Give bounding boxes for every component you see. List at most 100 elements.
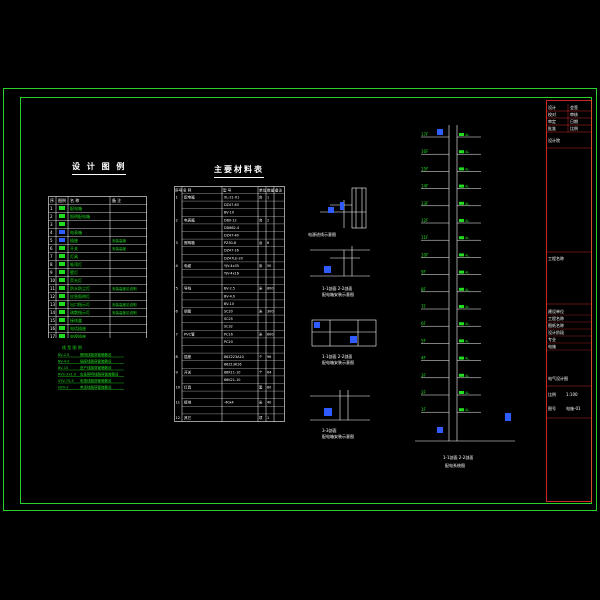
materials-row-qty: 40: [267, 401, 271, 405]
riser-floor-box-label: AL: [465, 408, 469, 412]
titleblock-mid-label: 专业: [548, 336, 556, 342]
titleblock-company: 设计院: [548, 137, 560, 143]
line-legend-desc: 应急照明线路穿管暗敷设: [80, 372, 119, 377]
materials-row-model: BV-10: [224, 211, 234, 215]
materials-row-name: 钢管: [184, 309, 192, 314]
materials-row-name: 其它: [184, 415, 192, 420]
riser-floor-label: 1F: [421, 407, 427, 412]
riser-floor-label: 10F: [421, 252, 429, 257]
line-legend-desc: 进户线路穿管暗敷设: [80, 365, 112, 370]
materials-row-name: 电缆: [184, 263, 192, 268]
materials-row-number: 2: [176, 218, 178, 222]
materials-row-model: PZ30-8: [224, 241, 236, 245]
legend-symbol-icon: [59, 230, 65, 234]
riser-floor-box-icon: [459, 391, 464, 394]
materials-row-number: 5: [176, 287, 178, 291]
materials-row-qty: 6: [267, 241, 269, 245]
riser-floor-box-label: AL: [465, 271, 469, 275]
materials-header-cell: 单位: [259, 188, 267, 193]
riser-floor-label: 8F: [421, 287, 427, 292]
legend-row-note: 安装高度见说明: [112, 302, 137, 307]
materials-row-model: BV-4.0: [224, 294, 235, 298]
riser-floor-label: 6F: [421, 321, 427, 326]
riser-floor-box-icon: [459, 236, 464, 240]
materials-row-qty: 300: [267, 310, 273, 314]
materials-row-name: 灯具: [184, 385, 192, 390]
legend-symbol-icon: [59, 206, 65, 210]
materials-row-number: 1: [176, 196, 178, 200]
detail3-box-icon-b: [350, 336, 357, 343]
legend-row-number: 8: [50, 262, 53, 267]
legend-row-name: 壁灯: [70, 269, 78, 275]
detail3-title: 1-1剖面 2-2剖面: [322, 353, 352, 359]
legend-header-cell: 备 注: [112, 197, 121, 203]
line-legend-desc: 电话线路穿管暗敷设: [80, 385, 112, 390]
riser-floor-label: 11F: [421, 235, 429, 240]
riser-floor-label: 5F: [421, 338, 427, 343]
materials-row-qty: 600: [267, 332, 273, 336]
materials-row-qty: 80: [267, 386, 271, 390]
riser-floor-box-label: AL: [465, 150, 469, 154]
riser-floor-label: 4F: [421, 356, 427, 361]
titleblock-label: 审定: [548, 118, 556, 124]
detail2-box-icon: [324, 266, 331, 273]
titleblock-mid-label: 电施: [548, 343, 556, 349]
titleblock-label: 会签: [570, 104, 578, 110]
titleblock-sheet-label: 图号: [548, 405, 556, 411]
materials-row-model: XL-21-01: [224, 196, 239, 200]
riser-floor-box-icon: [459, 253, 464, 257]
legend-table: 序图例名 称备 注1 配电箱2 照明配电箱34 电表箱5 插座 安装高度6 开关 安装高度7 灯…: [48, 196, 147, 338]
materials-row-name: 照明箱: [184, 240, 195, 245]
materials-row-number: 4: [176, 264, 179, 268]
line-legend-code: RVS-2x1.0: [58, 373, 76, 377]
riser-floor-box-icon: [459, 219, 464, 222]
detail2-caption: 配电箱安装示意图: [322, 291, 354, 297]
legend-symbol-icon: [59, 246, 65, 250]
materials-row-unit: 个: [259, 369, 263, 374]
legend-symbol-icon: [59, 262, 65, 266]
detail-drawings: 电源进线示意图 1-1剖面 2-2剖面 配电箱安装示意图 1-1剖面 2-2剖面…: [308, 187, 377, 439]
materials-row-model: DZ47-16: [224, 249, 239, 253]
riser-floor-label: 14F: [421, 184, 429, 189]
legend-row-name: 插座: [70, 237, 78, 243]
line-legend-desc: 照明线路穿管暗敷设: [80, 352, 112, 357]
materials-row-qty: 96: [267, 355, 271, 359]
materials-row-number: 6: [176, 310, 179, 314]
legend-row-name: 出口指示灯: [70, 301, 90, 307]
detail3-box-icon-a: [314, 322, 320, 328]
line-legend-code: SYV-75-5: [58, 379, 74, 383]
riser-floor-box-icon: [459, 133, 464, 136]
legend-row-note: 安装高度: [112, 238, 126, 243]
legend-row-number: 12: [50, 294, 56, 299]
detail1-cabinet: [351, 187, 367, 229]
titleblock-label: 比例: [570, 125, 578, 131]
legend-row-number: 6: [50, 246, 53, 251]
legend-title-wrap: 设 计 图 例: [72, 161, 127, 175]
materials-row-model: SC32: [224, 325, 233, 329]
detail2-title: 1-1剖面 2-2剖面: [322, 285, 352, 291]
materials-header-cell: 型 号: [223, 188, 232, 193]
riser-floor-box-label: AL: [465, 391, 469, 395]
materials-row-model: YJV-4x35: [224, 264, 239, 268]
riser-floor-box-icon: [459, 305, 464, 308]
legend-symbol-icon: [59, 222, 65, 226]
materials-row-qty: 2: [267, 218, 269, 222]
materials-row-name: 导线: [184, 286, 192, 291]
legend-row-number: 9: [50, 270, 53, 275]
materials-row-unit: 米: [259, 286, 263, 291]
legend-row-name: 电视插座: [70, 333, 86, 338]
legend-row-name: 疏散指示灯: [70, 309, 90, 315]
materials-row-name: 配电箱: [184, 195, 195, 200]
titleblock-label: 日期: [570, 118, 578, 124]
materials-row-number: 3: [176, 241, 178, 245]
riser-floor-box-label: AL: [465, 167, 469, 171]
riser-floor-box-label: AL: [465, 374, 469, 378]
titleblock-project: 工程名称: [548, 255, 564, 261]
titleblock-mid-label: 建设单位: [548, 308, 564, 314]
legend-row-number: 2: [50, 214, 53, 219]
materials-row-unit: 米: [259, 331, 263, 336]
legend-row-number: 11: [50, 286, 56, 291]
materials-table: 序号名 称型 号单位 数量 备注1 配电箱 XL-21-01 台 1DZ47-63BV-10…: [174, 186, 285, 422]
materials-row-model: SC25: [224, 317, 233, 321]
titleblock-scale-label: 比例: [548, 391, 556, 397]
